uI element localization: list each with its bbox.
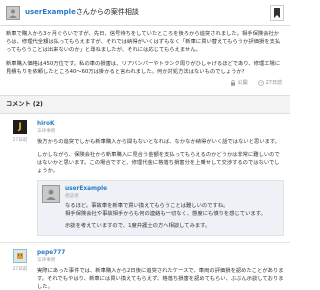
public-label: 公開 (237, 79, 248, 86)
date-label: 27日前 (265, 79, 282, 86)
reply-box: userExample 相談者 なるほど。事故車を新車で買い換えてもらうことは難… (37, 179, 284, 237)
reply-role: 相談者 (65, 193, 79, 199)
commenter-avatar (13, 249, 27, 264)
comments-heading: コメント (2) (0, 95, 290, 115)
comment-paragraph-2: しかしながら、保険会社から新車購入に見合う金額を支払ってもらえるのかどうかは非常… (37, 152, 280, 174)
user-avatar (6, 5, 20, 20)
comment-paragraph-1: 後方からの追突でしかも新車購入から間もないとなれば、なかなか納得がいく話ではない… (37, 139, 280, 146)
question-meta: 公開 27日前 (0, 77, 290, 90)
public-status: 公開 (230, 80, 248, 88)
bookmark-icon (274, 7, 280, 18)
lock-icon (230, 80, 235, 87)
question-title: userExampleさんからの案件相談 (25, 7, 270, 18)
comment-item: 27日前 pepe777 法律事務 実際にあった事件では、新車購入から2日後に追… (0, 243, 290, 290)
character-icon (17, 253, 23, 260)
question-paragraph-2: 新車購入価格は450万位です。私の車の損害は、リアバンパーやトランク周りがひしゃ… (6, 60, 281, 75)
commenter-role: 法律事務 (37, 257, 56, 263)
post-date: 27日前 (257, 79, 282, 88)
commenter-name[interactable]: pepe777 (37, 249, 284, 258)
commenter-name[interactable]: hiroK (37, 120, 284, 129)
clock-icon (257, 80, 264, 87)
reply-name[interactable]: userExample (65, 185, 279, 194)
reply-text-3: 示談を考えていますので、1度弁護士の方へ相談してみます。 (65, 223, 211, 230)
title-suffix: さんからの案件相談 (75, 8, 139, 17)
question-body: 新車で購入から3ヶ月ぐらいですが、先日、信号待ちをしていたところを後ろから追突さ… (0, 26, 290, 77)
commenter-avatar: J (13, 120, 27, 135)
comment-date: 27日前 (12, 138, 28, 144)
reply-text-2: 相手保険会社や事故相手からも何の連絡も一切なく、態度にも憤りを感じています。 (65, 211, 266, 218)
user-placeholder-icon (9, 9, 17, 18)
question-paragraph-1: 新車で購入から3ヶ月ぐらいですが、先日、信号待ちをしていたところを後ろから追突さ… (6, 31, 281, 53)
comment-paragraph-1: 実際にあった事件では、新車購入から2日後に追突されたケースで、車両の評価損を認め… (37, 267, 284, 290)
asker-name[interactable]: userExample (25, 8, 76, 16)
reply-avatar (42, 184, 60, 203)
comment-date: 27日前 (12, 267, 28, 273)
question-header: userExampleさんからの案件相談 (0, 0, 290, 26)
bookmark-button[interactable] (270, 4, 284, 21)
user-placeholder-icon (46, 189, 56, 200)
commenter-role: 法律事務 (37, 129, 56, 135)
comment-item: J 27日前 hiroK 法律事務 後方からの追突でしかも新車購入から間もないと… (0, 114, 290, 244)
